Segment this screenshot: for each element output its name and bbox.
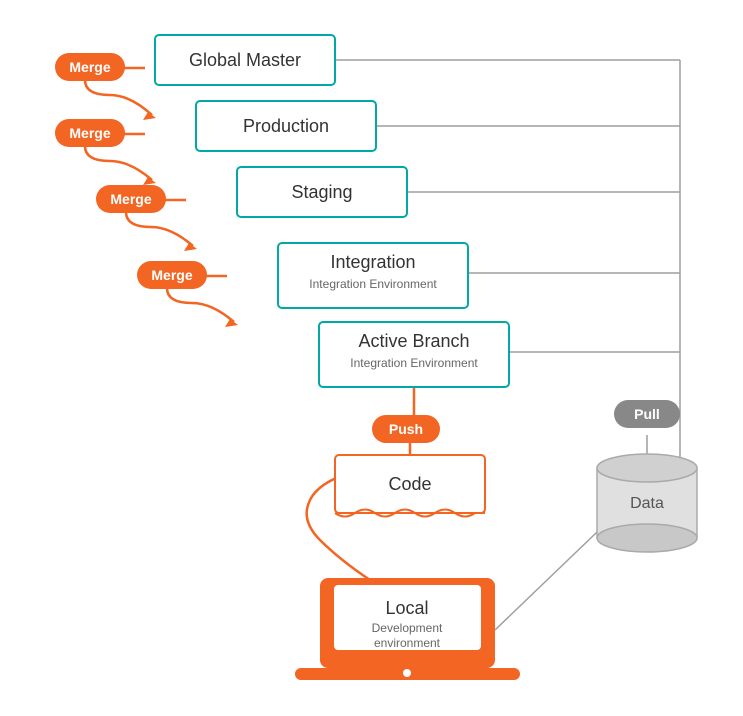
local-laptop-dot (403, 669, 411, 677)
local-sublabel: Development (372, 621, 443, 635)
staging-label: Staging (291, 182, 352, 202)
data-cylinder-bottom (597, 524, 697, 552)
integration-label: Integration (330, 252, 415, 272)
merge4-label: Merge (151, 267, 192, 283)
data-cylinder-top (597, 454, 697, 482)
integration-sublabel: Integration Environment (309, 277, 437, 291)
merge2-label: Merge (69, 125, 110, 141)
workflow-diagram: Global Master Production Staging Integra… (0, 0, 743, 716)
local-label: Local (385, 598, 428, 618)
code-label: Code (388, 474, 431, 494)
data-label: Data (630, 495, 664, 512)
active-branch-sublabel: Integration Environment (350, 356, 478, 370)
active-branch-label: Active Branch (358, 331, 469, 351)
pull-label: Pull (634, 406, 660, 422)
merge1-label: Merge (69, 59, 110, 75)
local-sublabel2: environment (374, 636, 441, 650)
push-label: Push (389, 421, 423, 437)
global-master-label: Global Master (189, 50, 301, 70)
merge3-label: Merge (110, 191, 151, 207)
production-label: Production (243, 116, 329, 136)
